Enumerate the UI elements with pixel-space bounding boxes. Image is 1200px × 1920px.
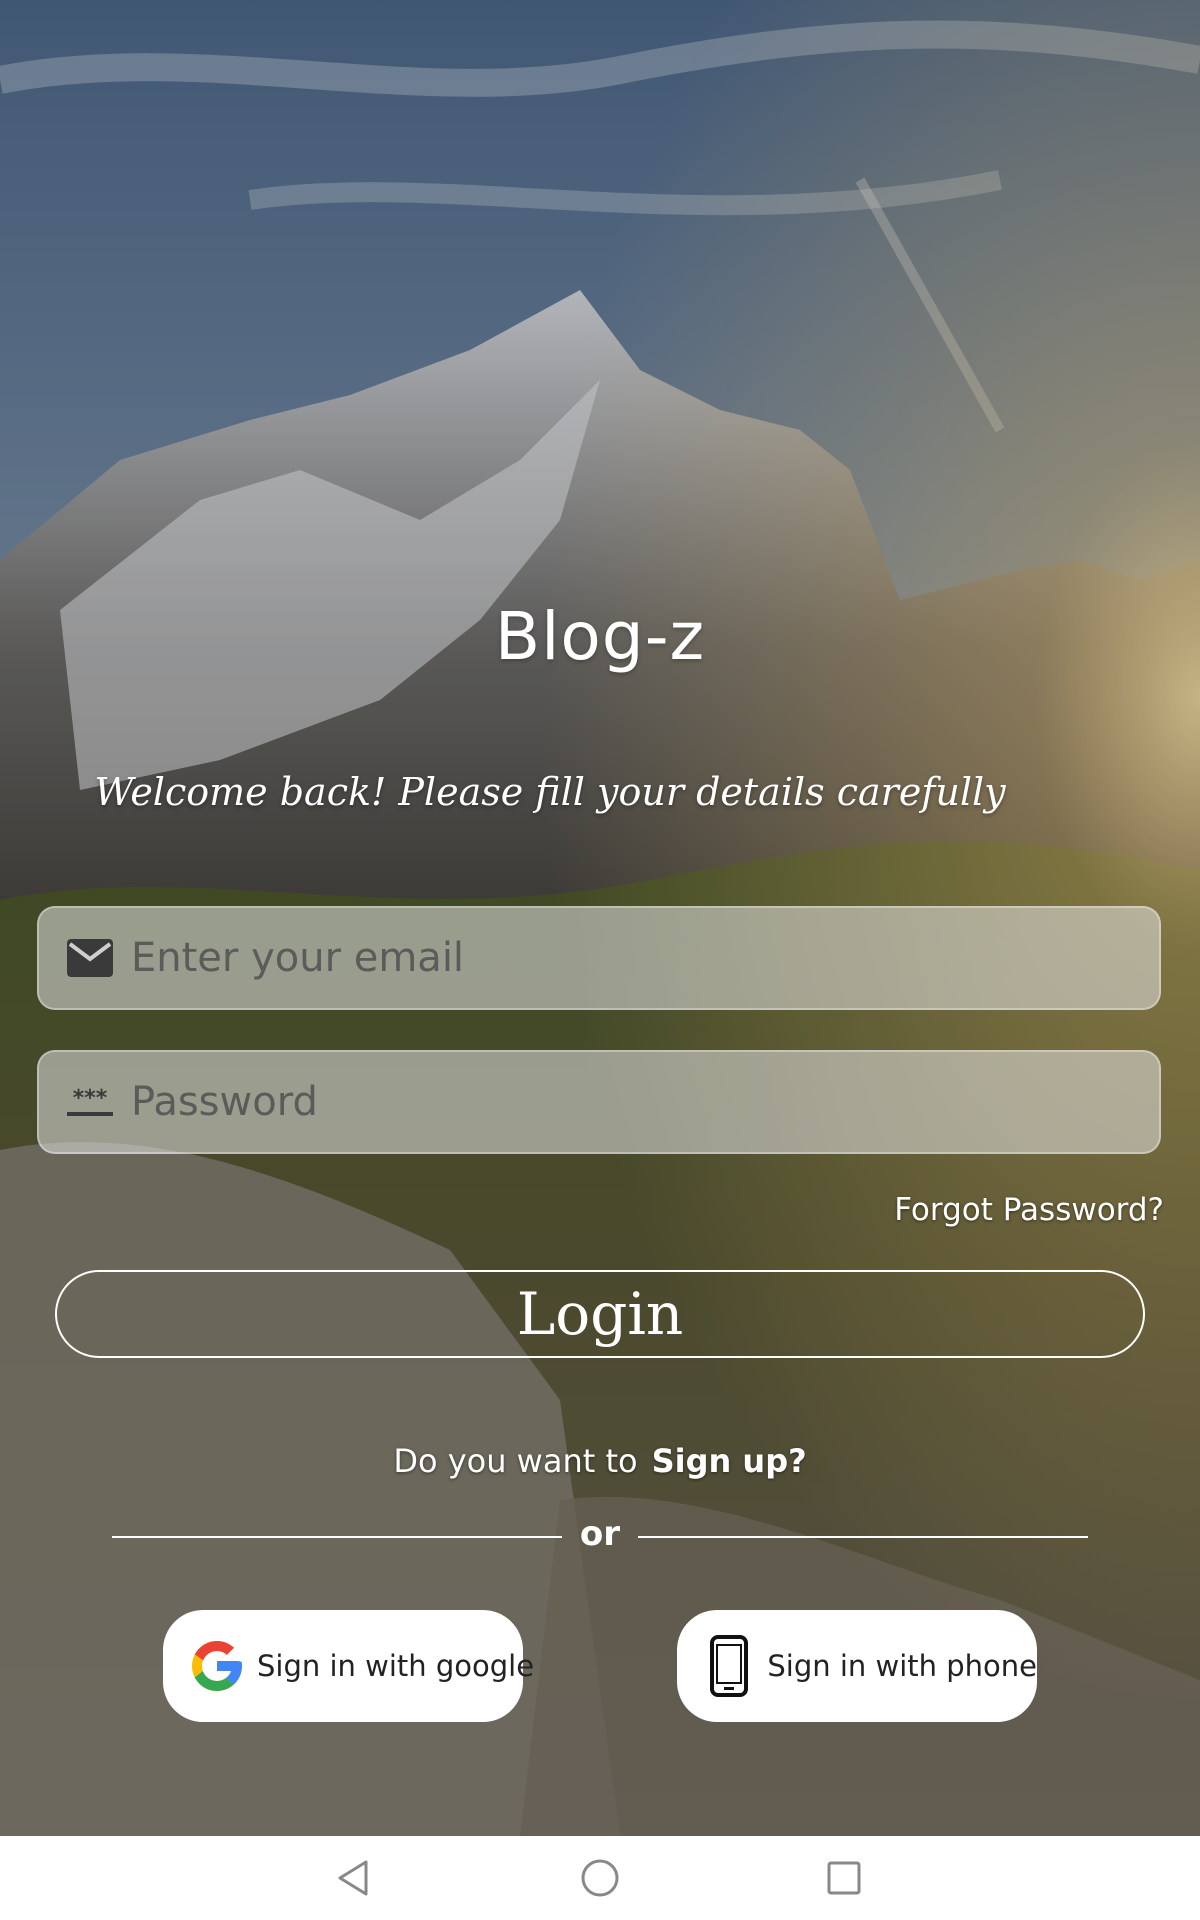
google-signin-button[interactable]: Sign in with google [163, 1610, 534, 1722]
password-input[interactable] [129, 1051, 1159, 1153]
smartphone-icon [701, 1635, 757, 1697]
password-dots-icon: *** [65, 1077, 115, 1127]
signup-link[interactable]: Sign up? [652, 1442, 807, 1480]
password-field[interactable]: *** [37, 1050, 1161, 1154]
home-circle-icon[interactable] [576, 1854, 624, 1902]
or-divider-label: or [579, 1514, 621, 1554]
phone-signin-label: Sign in with phone [767, 1649, 1037, 1683]
signup-prompt-text: Do you want to [393, 1442, 638, 1480]
app-title: Blog-z [494, 598, 706, 675]
mail-icon [65, 933, 115, 983]
recents-square-icon[interactable] [820, 1854, 868, 1902]
welcome-subtitle: Welcome back! Please fill your details c… [94, 770, 1006, 814]
email-field[interactable] [37, 906, 1161, 1010]
password-stars-glyph: *** [73, 1086, 108, 1111]
login-screen: Blog-z Welcome back! Please fill your de… [0, 0, 1200, 1920]
google-signin-label: Sign in with google [257, 1649, 535, 1683]
email-input[interactable] [129, 907, 1159, 1009]
forgot-password-link[interactable]: Forgot Password? [894, 1192, 1164, 1228]
signup-prompt-row: Do you want to Sign up? [0, 1442, 1200, 1480]
system-navigation-bar [0, 1836, 1200, 1920]
back-triangle-icon[interactable] [330, 1854, 378, 1902]
divider-left [112, 1536, 562, 1538]
phone-signin-button[interactable]: Sign in with phone [677, 1610, 1037, 1722]
divider-right [638, 1536, 1088, 1538]
google-g-icon [187, 1635, 247, 1697]
login-button[interactable]: Login [55, 1270, 1145, 1358]
